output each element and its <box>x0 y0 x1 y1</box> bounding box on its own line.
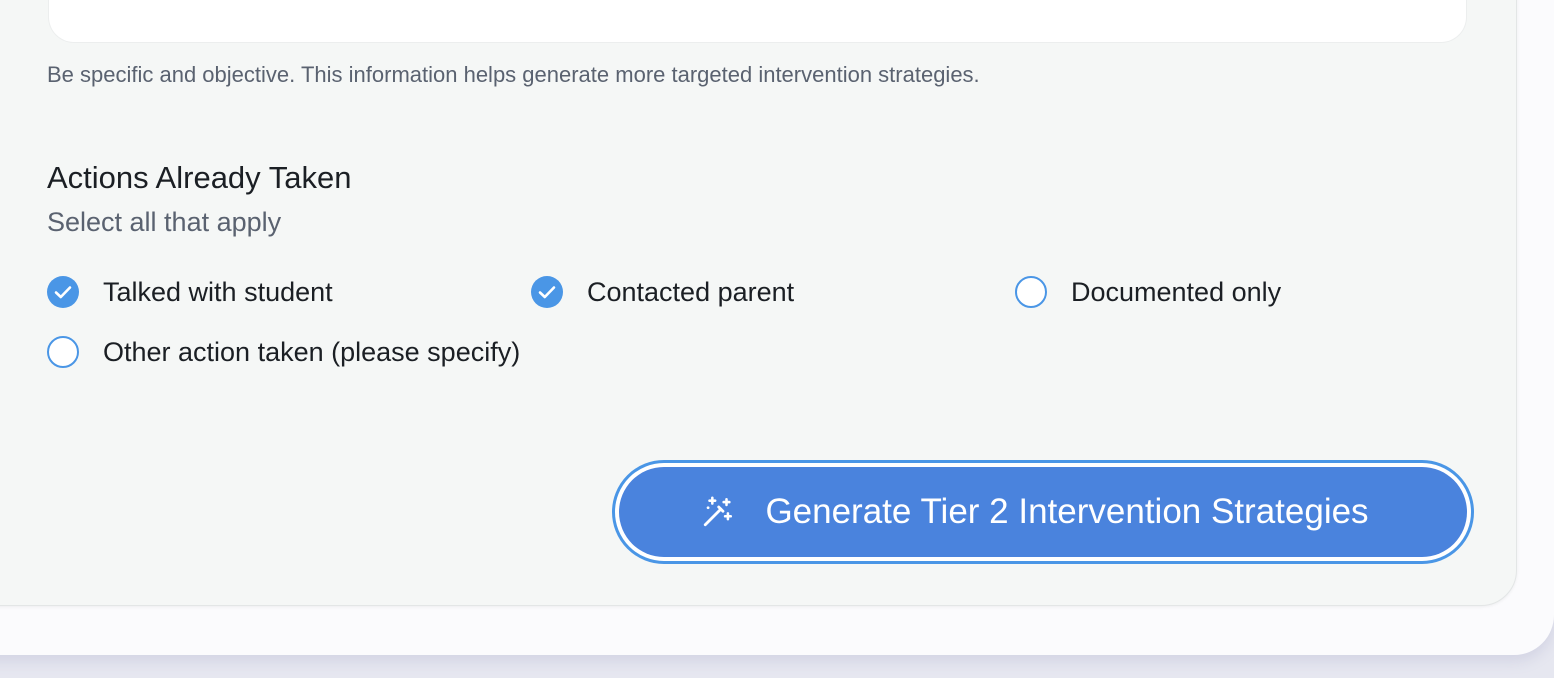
option-talked-with-student[interactable]: Talked with student <box>47 276 333 308</box>
description-textarea[interactable] <box>48 0 1467 43</box>
option-contacted-parent[interactable]: Contacted parent <box>531 276 794 308</box>
checkbox-unchecked-icon[interactable] <box>1015 276 1047 308</box>
magic-wand-icon <box>704 496 733 527</box>
generate-button-label: Generate Tier 2 Intervention Strategies <box>765 492 1369 531</box>
option-documented-only[interactable]: Documented only <box>1015 276 1281 308</box>
checkbox-unchecked-icon[interactable] <box>47 336 79 368</box>
checkbox-checked-icon[interactable] <box>47 276 79 308</box>
option-label: Documented only <box>1071 276 1282 307</box>
option-label: Other action taken (please specify) <box>103 336 521 367</box>
option-label: Talked with student <box>103 276 333 307</box>
section-subtitle: Select all that apply <box>47 207 282 237</box>
checkbox-checked-icon[interactable] <box>531 276 563 308</box>
help-text: Be specific and objective. This informat… <box>47 62 980 87</box>
generate-strategies-button[interactable]: Generate Tier 2 Intervention Strategies <box>612 460 1474 564</box>
option-label: Contacted parent <box>587 276 795 307</box>
option-other-action[interactable]: Other action taken (please specify) <box>47 336 520 368</box>
generate-button-fill[interactable]: Generate Tier 2 Intervention Strategies <box>619 467 1467 557</box>
section-title: Actions Already Taken <box>47 160 352 195</box>
